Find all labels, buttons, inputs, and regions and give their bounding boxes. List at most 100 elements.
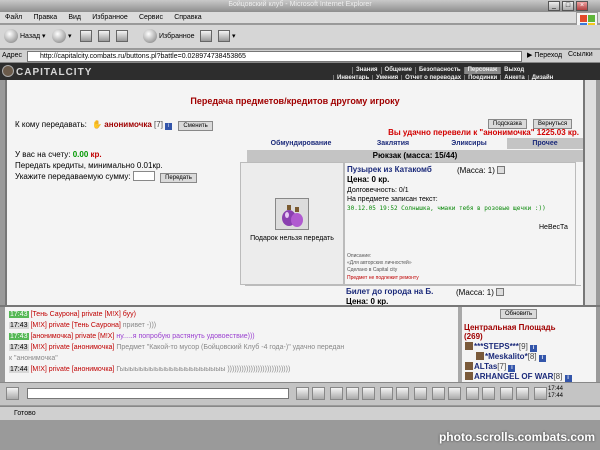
- gift-caption: Подарок нельзя передать: [250, 235, 334, 242]
- exit-chat-icon[interactable]: [500, 387, 513, 400]
- amount-row: Укажите передаваемую сумму: Передать: [15, 171, 197, 183]
- user-entry[interactable]: *Meskalito*[8] i: [476, 352, 546, 362]
- history-button[interactable]: [200, 28, 212, 46]
- item-signature: НеВесТа: [539, 224, 568, 231]
- address-input[interactable]: http://capitalcity.combats.ru/buttons.pl…: [27, 51, 522, 62]
- log-icon[interactable]: [482, 387, 495, 400]
- info-icon[interactable]: i: [564, 375, 572, 382]
- smiles-icon[interactable]: [346, 387, 359, 400]
- balance-line: У вас на счету: 0.00 кр.: [15, 149, 197, 160]
- menu-tools[interactable]: Сервис: [134, 12, 167, 21]
- item2-name-link[interactable]: Билет до города на Б.: [346, 287, 433, 296]
- chat-sender[interactable]: [Тень Саурона]: [30, 311, 79, 318]
- tab-equipment[interactable]: Обмундирование: [247, 138, 355, 149]
- chat-private-label: private: [75, 333, 97, 340]
- item2-info-icon[interactable]: [496, 288, 505, 296]
- item-info-icon[interactable]: [497, 166, 506, 174]
- tab-spells[interactable]: Заклятия: [355, 138, 431, 149]
- chat-time[interactable]: 17:43: [9, 344, 29, 351]
- home-button[interactable]: [116, 28, 128, 46]
- user-entry[interactable]: ARHANGEL OF WAR[8] i: [465, 372, 572, 382]
- tab-elixirs[interactable]: Эликсиры: [431, 138, 507, 149]
- chat-time[interactable]: 17:43: [9, 333, 29, 340]
- info-icon[interactable]: i: [538, 355, 546, 362]
- inventory-tabs: Обмундирование Заклятия Эликсиры Прочее: [247, 138, 583, 149]
- settings-icon[interactable]: [414, 387, 427, 400]
- chat-target[interactable]: [анонимочка]: [72, 344, 115, 351]
- chat-sender[interactable]: [M!X]: [30, 366, 46, 373]
- item-name-link[interactable]: Пузырек из Катакомб: [347, 165, 432, 174]
- go-button[interactable]: ▶ Переход: [527, 51, 562, 59]
- send-chat-icon[interactable]: [296, 387, 309, 400]
- item-written-label: На предмете записан текст:: [347, 196, 438, 203]
- forward-arrow-icon: [52, 29, 66, 44]
- close-button[interactable]: ×: [576, 1, 588, 11]
- stop-button[interactable]: [80, 28, 92, 46]
- links-button[interactable]: Ссылки: [568, 51, 593, 58]
- tab-other[interactable]: Прочее: [507, 138, 583, 149]
- game-nav-top: Знания Общение Безопасность Персонаж Выход: [352, 64, 527, 74]
- chat-line: 17:44 [M!X] private [анонимочка] Гыыыыыы…: [9, 364, 458, 375]
- clan-chat-icon[interactable]: [466, 387, 479, 400]
- menu-file[interactable]: Файл: [0, 12, 26, 21]
- back-button[interactable]: Назад ▾: [4, 28, 46, 46]
- menu-favorites[interactable]: Избранное: [87, 12, 131, 21]
- private-icon[interactable]: [396, 387, 409, 400]
- favorites-button[interactable]: Избранное: [143, 28, 194, 46]
- minimize-button[interactable]: _: [548, 1, 560, 11]
- recipient-label: К кому передавать:: [15, 120, 87, 129]
- chat-sender[interactable]: [анонимочка]: [30, 333, 73, 340]
- item-durability: Долговечность: 0/1: [347, 187, 409, 194]
- info-icon[interactable]: i: [530, 345, 538, 352]
- forward-button[interactable]: ▾: [52, 28, 72, 46]
- change-recipient-button[interactable]: Сменить: [178, 121, 213, 131]
- user-entry[interactable]: ***STEPS***[9] i: [465, 342, 538, 352]
- chat-input[interactable]: [27, 388, 289, 399]
- send-button[interactable]: Передать: [160, 173, 197, 183]
- game-nav-bottom: Инвентарь Умения Отчет о переводах Поединки…: [333, 72, 556, 82]
- info-icon[interactable]: i: [165, 123, 173, 130]
- emoticon-icon[interactable]: [432, 387, 445, 400]
- chat-target[interactable]: [анонимочка]: [72, 366, 115, 373]
- sword-icon[interactable]: [516, 387, 529, 400]
- chat-toolbar: 17:44 17:44: [0, 382, 600, 405]
- amount-input[interactable]: [132, 171, 155, 181]
- page-title: Передача предметов/кредитов другому игро…: [190, 96, 400, 106]
- menu-view[interactable]: Вид: [63, 12, 85, 21]
- recipient-level: [7]: [154, 120, 163, 129]
- refresh-button[interactable]: [98, 28, 110, 46]
- sound-icon[interactable]: [362, 387, 375, 400]
- menu-help[interactable]: Справка: [169, 12, 205, 21]
- item-written-text: 30.12.05 19:52 Солнышка, чмаки тебя в ро…: [347, 205, 546, 212]
- chat-time[interactable]: 17:43: [9, 311, 29, 318]
- chat-target[interactable]: [M!X]: [104, 311, 120, 318]
- chat-target[interactable]: [M!X]: [98, 333, 114, 340]
- chat-sender[interactable]: [M!X]: [30, 344, 46, 351]
- menu-edit[interactable]: Правка: [28, 12, 61, 21]
- filter-icon[interactable]: [330, 387, 343, 400]
- bottle-item-icon[interactable]: [275, 198, 309, 230]
- clock-time: 17:44: [548, 386, 564, 392]
- chat-target[interactable]: [Тень Саурона]: [72, 322, 121, 329]
- user-entry[interactable]: ALTas[7] i: [465, 362, 516, 372]
- user-name[interactable]: ALTas: [474, 362, 497, 371]
- main-scrollbar[interactable]: [585, 80, 596, 305]
- user-name[interactable]: ***STEPS***: [474, 342, 519, 351]
- window-title: Бойцовский клуб - Microsoft Internet Exp…: [228, 1, 372, 8]
- translit-icon[interactable]: [380, 387, 393, 400]
- maximize-button[interactable]: □: [562, 1, 574, 11]
- chat-sender[interactable]: [M!X]: [30, 322, 46, 329]
- info-icon[interactable]: i: [508, 365, 516, 372]
- history-icon: [200, 30, 212, 43]
- recipient-nick[interactable]: анонимочка: [104, 120, 152, 129]
- chat-mode-icon[interactable]: [6, 387, 19, 400]
- refresh-list-button[interactable]: Обновить: [500, 309, 538, 319]
- mail-button[interactable]: ▾: [218, 28, 235, 46]
- clear-chat-icon[interactable]: [312, 387, 325, 400]
- user-name[interactable]: *Meskalito*: [485, 352, 528, 361]
- chat-time[interactable]: 17:44: [9, 366, 29, 373]
- user-name[interactable]: ARHANGEL OF WAR: [474, 372, 553, 381]
- people-list-icon[interactable]: [448, 387, 461, 400]
- battle-icon[interactable]: [534, 387, 547, 400]
- chat-time[interactable]: 17:43: [9, 322, 29, 329]
